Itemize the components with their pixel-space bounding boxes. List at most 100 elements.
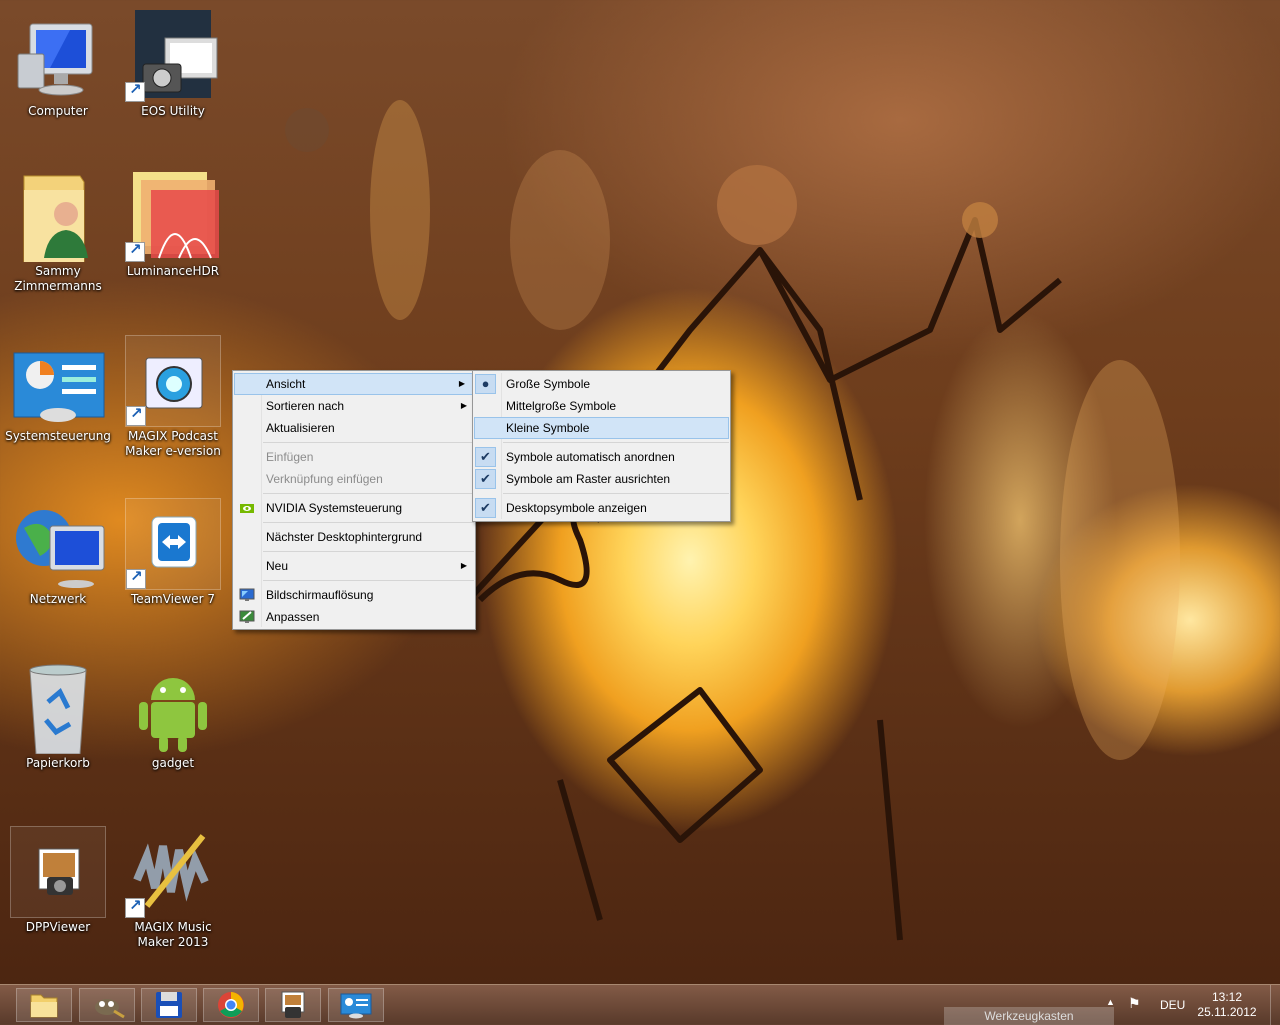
menu-item-aktualisieren[interactable]: Aktualisieren — [233, 417, 475, 439]
taskbar-button-save[interactable] — [141, 988, 197, 1022]
menu-item-label: Sortieren nach — [266, 399, 345, 413]
control-panel-icon — [10, 335, 106, 427]
magix-music-maker-icon — [125, 826, 221, 918]
desktop-icon-user-folder[interactable]: Sammy Zimmermanns — [3, 170, 113, 294]
menu-item-kleine-symbole[interactable]: Kleine Symbole — [474, 417, 729, 439]
menu-item-anpassen[interactable]: Anpassen — [233, 606, 475, 628]
menu-item-mittelgrosse-symbole[interactable]: Mittelgroße Symbole — [473, 395, 730, 417]
desktop-icon-eos-utility[interactable]: EOS Utility — [118, 10, 228, 119]
menu-item-nvidia-systemsteuerung[interactable]: NVIDIA Systemsteuerung — [233, 497, 475, 519]
menu-item-label: Neu — [266, 559, 289, 573]
radio-bullet-icon: ● — [475, 374, 496, 394]
taskbar-button-dpp[interactable] — [265, 988, 321, 1022]
desktop-icon-recycle-bin[interactable]: Papierkorb — [3, 662, 113, 771]
desktop-icon-dppviewer[interactable]: DPPViewer — [3, 826, 113, 935]
desktop-icon-gadget[interactable]: gadget — [118, 662, 228, 771]
desktop-icon-magix-podcast[interactable]: MAGIX Podcast Maker e-version — [118, 335, 228, 459]
menu-separator — [263, 493, 474, 494]
desktop-icon-teamviewer[interactable]: TeamViewer 7 — [118, 498, 228, 607]
action-center-flag-icon[interactable]: ⚑ — [1128, 995, 1141, 1012]
desktop-icon-label: MAGIX Podcast Maker e-version — [125, 429, 221, 458]
android-icon — [125, 662, 221, 754]
desktop-icon-label: Netzwerk — [29, 592, 87, 606]
menu-item-symbole-am-raster-ausrichten[interactable]: ✔ Symbole am Raster ausrichten — [473, 468, 730, 490]
menu-item-label: Kleine Symbole — [506, 421, 590, 435]
desktop-icon-label: gadget — [151, 756, 195, 770]
shortcut-arrow-icon — [125, 82, 145, 102]
magix-podcast-icon — [125, 335, 221, 427]
menu-separator — [263, 442, 474, 443]
input-language-indicator[interactable]: DEU — [1160, 998, 1185, 1012]
eos-utility-icon — [125, 10, 221, 102]
taskbar-button-gimp[interactable] — [79, 988, 135, 1022]
desktop-icon-magix-music-maker[interactable]: MAGIX Music Maker 2013 — [118, 826, 228, 950]
menu-separator — [263, 522, 474, 523]
menu-item-label: Einfügen — [266, 450, 314, 464]
menu-separator — [263, 551, 474, 552]
menu-item-bildschirmaufloesung[interactable]: Bildschirmauflösung — [233, 584, 475, 606]
menu-item-label: Anpassen — [266, 610, 320, 624]
menu-item-label: Nächster Desktophintergrund — [266, 530, 423, 544]
taskbar: Werkzeugkasten ▲ ⚑ DEU 13:12 25.11.2012 — [0, 984, 1280, 1025]
menu-item-label: Mittelgroße Symbole — [506, 399, 617, 413]
menu-item-symbole-automatisch-anordnen[interactable]: ✔ Symbole automatisch anordnen — [473, 446, 730, 468]
submenu-arrow-icon: ▶ — [460, 401, 467, 410]
menu-separator — [503, 442, 729, 443]
submenu-arrow-icon: ▶ — [460, 561, 467, 570]
menu-item-label: Große Symbole — [506, 377, 591, 391]
dpp-icon — [281, 991, 305, 1018]
toolbar-label: Werkzeugkasten — [984, 1009, 1074, 1023]
taskbar-button-chrome[interactable] — [203, 988, 259, 1022]
desktop-icon-label: DPPViewer — [25, 920, 91, 934]
menu-item-sortieren-nach[interactable]: Sortieren nach ▶ — [233, 395, 475, 417]
desktop-icon-label: Papierkorb — [26, 756, 90, 770]
teamviewer-icon — [125, 498, 221, 590]
menu-item-naechster-desktophintergrund[interactable]: Nächster Desktophintergrund — [233, 526, 475, 548]
chrome-icon — [218, 992, 244, 1018]
desktop-icon-luminancehdr[interactable]: LuminanceHDR — [118, 170, 228, 279]
menu-item-desktopsymbole-anzeigen[interactable]: ✔ Desktopsymbole anzeigen — [473, 497, 730, 519]
desktop-icon-label: Systemsteuerung — [5, 429, 111, 443]
menu-item-ansicht[interactable]: Ansicht ▶ — [234, 373, 474, 395]
nvidia-icon — [240, 504, 254, 513]
dppviewer-icon — [10, 826, 106, 918]
clock-date: 25.11.2012 — [1197, 1005, 1257, 1019]
network-icon — [10, 498, 106, 590]
menu-item-grosse-symbole[interactable]: ● Große Symbole — [473, 373, 730, 395]
control-panel-icon — [340, 993, 372, 1019]
display-resolution-icon — [239, 588, 255, 601]
desktop-icon-label: LuminanceHDR — [126, 264, 220, 278]
taskbar-button-file-explorer[interactable] — [16, 988, 72, 1022]
luminancehdr-icon — [125, 170, 221, 262]
werkzeugkasten-toolbar[interactable]: Werkzeugkasten — [944, 1007, 1114, 1025]
desktop-icon-label: TeamViewer 7 — [131, 592, 215, 606]
desktop-icon-label: MAGIX Music Maker 2013 — [134, 920, 212, 949]
gimp-icon — [95, 999, 125, 1019]
checkmark-icon: ✔ — [475, 498, 496, 518]
ansicht-submenu: ● Große Symbole Mittelgroße Symbole Klei… — [472, 370, 731, 522]
checkmark-icon: ✔ — [475, 469, 496, 489]
clock[interactable]: 13:12 25.11.2012 — [1196, 990, 1258, 1020]
file-explorer-icon — [30, 994, 58, 1018]
shortcut-arrow-icon — [126, 406, 146, 426]
show-desktop-button[interactable] — [1270, 985, 1280, 1025]
desktop-icon-label: Computer — [28, 104, 88, 118]
menu-item-label: NVIDIA Systemsteuerung — [266, 501, 403, 515]
desktop-icon-control-panel[interactable]: Systemsteuerung — [3, 335, 113, 444]
menu-item-neu[interactable]: Neu ▶ — [233, 555, 475, 577]
menu-item-einfuegen[interactable]: Einfügen — [233, 446, 475, 468]
menu-item-label: Aktualisieren — [266, 421, 335, 435]
desktop-icon-label: Sammy Zimmermanns — [14, 264, 102, 293]
recycle-bin-icon — [10, 662, 106, 755]
show-hidden-icons-button[interactable]: ▲ — [1106, 997, 1115, 1007]
desktop-icon-computer[interactable]: Computer — [3, 10, 113, 119]
taskbar-button-control-panel[interactable] — [328, 988, 384, 1022]
menu-separator — [503, 493, 729, 494]
menu-item-label: Symbole am Raster ausrichten — [506, 472, 671, 486]
desktop-icon-network[interactable]: Netzwerk — [3, 498, 113, 607]
menu-item-label: Ansicht — [266, 377, 306, 391]
save-icon — [156, 992, 182, 1018]
menu-item-verknuepfung-einfuegen[interactable]: Verknüpfung einfügen — [233, 468, 475, 490]
shortcut-arrow-icon — [125, 898, 145, 918]
checkmark-icon: ✔ — [475, 447, 496, 467]
